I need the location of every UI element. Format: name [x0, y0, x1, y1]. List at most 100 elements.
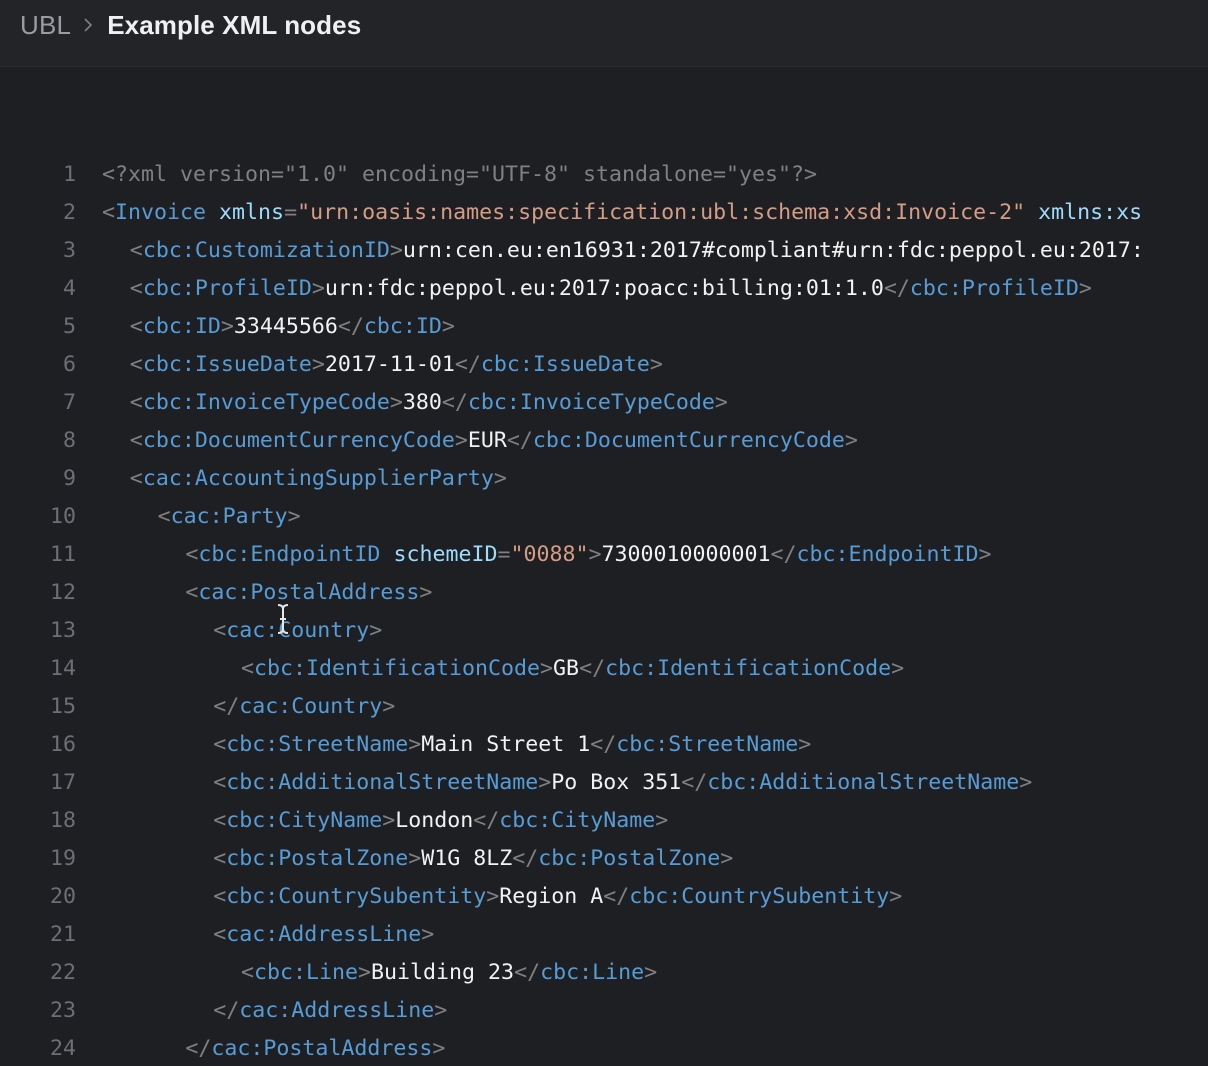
code-line: 13 <cac:Country>: [0, 612, 1208, 650]
text-value: Main Street 1: [421, 732, 591, 757]
text-value: 33445566: [233, 314, 338, 339]
punctuation: >: [486, 884, 500, 909]
code-text: <cbc:EndpointID schemeID="0088">73000100…: [185, 536, 991, 574]
punctuation: >: [655, 808, 669, 833]
line-number: 3: [62, 238, 76, 263]
punctuation: <: [129, 238, 143, 263]
code-text: <cbc:DocumentCurrencyCode>EUR</cbc:Docum…: [130, 422, 858, 460]
tag-name: cac:PostalAddress: [198, 580, 420, 605]
tag-name: cbc:DocumentCurrencyCode: [142, 428, 455, 453]
tag-name: cbc:CountrySubentity: [629, 884, 890, 909]
text-value: [1025, 200, 1038, 225]
punctuation: >: [311, 352, 325, 377]
punctuation: >: [1078, 276, 1092, 301]
text-value: 2017-11-01: [324, 352, 455, 377]
punctuation: </: [185, 1036, 212, 1061]
line-number: 2: [62, 200, 76, 225]
line-number: 10: [49, 504, 76, 529]
tag-name: cbc:CustomizationID: [142, 238, 390, 263]
code-line: 4 <cbc:ProfileID>urn:fdc:peppol.eu:2017:p…: [0, 270, 1208, 308]
line-number: 12: [49, 580, 76, 605]
punctuation: >: [454, 428, 468, 453]
punctuation: >: [891, 656, 905, 681]
line-number: 19: [49, 846, 76, 871]
line-number: 7: [62, 390, 76, 415]
text-value: 380: [402, 390, 442, 415]
text-value: W1G 8LZ: [421, 846, 513, 871]
line-number: 6: [62, 352, 76, 377]
punctuation: >: [720, 846, 734, 871]
punctuation: </: [514, 960, 541, 985]
code-line: 21 <cac:AddressLine>: [0, 916, 1208, 954]
tag-name: cac:AddressLine: [226, 922, 422, 947]
line-number: 24: [49, 1036, 76, 1061]
code-line: 23 </cac:AddressLine>: [0, 992, 1208, 1030]
line-number: 16: [49, 732, 76, 757]
code-text: <cbc:StreetName>Main Street 1</cbc:Stree…: [213, 726, 811, 764]
breadcrumb: UBL Example XML nodes: [20, 8, 361, 42]
tag-name: cbc:CountrySubentity: [226, 884, 487, 909]
code-text: <Invoice xmlns="urn:oasis:names:specific…: [102, 194, 1142, 232]
punctuation: >: [389, 390, 403, 415]
punctuation: <: [213, 732, 227, 757]
code-line: 12 <cac:PostalAddress>: [0, 574, 1208, 612]
tag-name: cbc:IssueDate: [142, 352, 312, 377]
tag-name: cac:PostalAddress: [211, 1036, 433, 1061]
punctuation: </: [213, 998, 240, 1023]
tag-name: cbc:ProfileID: [909, 276, 1079, 301]
tag-name: cbc:ID: [142, 314, 221, 339]
code-text: <cac:Party>: [158, 498, 301, 536]
line-number: 8: [62, 428, 76, 453]
punctuation: <: [129, 352, 143, 377]
line-number: 5: [62, 314, 76, 339]
attribute-value: "0088": [510, 542, 589, 567]
line-number: 13: [49, 618, 76, 643]
punctuation: >: [382, 808, 396, 833]
punctuation: >: [844, 428, 858, 453]
code-text: <?xml version="1.0" encoding="UTF-8" sta…: [102, 156, 817, 194]
tag-name: cbc:CityName: [499, 808, 656, 833]
punctuation: =: [497, 542, 511, 567]
text-value: urn:fdc:peppol.eu:2017:poacc:billing:01:…: [324, 276, 884, 301]
code-line: 20 <cbc:CountrySubentity>Region A</cbc:Co…: [0, 878, 1208, 916]
breadcrumb-root-link[interactable]: UBL: [20, 10, 71, 41]
line-number: 11: [49, 542, 76, 567]
punctuation: >: [889, 884, 903, 909]
code-line: 18 <cbc:CityName>London</cbc:CityName>: [0, 802, 1208, 840]
punctuation: >: [287, 504, 301, 529]
code-line: 15 </cac:Country>: [0, 688, 1208, 726]
code-text: <cbc:InvoiceTypeCode>380</cbc:InvoiceTyp…: [130, 384, 728, 422]
code-text: <cbc:AdditionalStreetName>Po Box 351</cb…: [213, 764, 1032, 802]
code-line: 6 <cbc:IssueDate>2017-11-01</cbc:IssueDat…: [0, 346, 1208, 384]
punctuation: <: [241, 656, 255, 681]
line-number: 15: [49, 694, 76, 719]
tag-name: cbc:ProfileID: [142, 276, 312, 301]
punctuation: <: [129, 390, 143, 415]
punctuation: <: [129, 466, 143, 491]
tag-name: cbc:CityName: [226, 808, 383, 833]
line-number: 21: [49, 922, 76, 947]
code-line: 10 <cac:Party>: [0, 498, 1208, 536]
punctuation: <: [185, 542, 199, 567]
tag-name: cbc:EndpointID: [796, 542, 979, 567]
punctuation: >: [588, 542, 602, 567]
punctuation: </: [579, 656, 606, 681]
punctuation: >: [408, 846, 422, 871]
text-value: EUR: [467, 428, 507, 453]
punctuation: >: [389, 238, 403, 263]
punctuation: >: [978, 542, 992, 567]
code-line: 8 <cbc:DocumentCurrencyCode>EUR</cbc:Docu…: [0, 422, 1208, 460]
punctuation: >: [432, 1036, 446, 1061]
punctuation: <: [213, 922, 227, 947]
code-text: <cbc:PostalZone>W1G 8LZ</cbc:PostalZone>: [213, 840, 733, 878]
tag-name: cbc:StreetName: [616, 732, 799, 757]
tag-name: cbc:IssueDate: [480, 352, 650, 377]
code-line: 3 <cbc:CustomizationID>urn:cen.eu:en16931…: [0, 232, 1208, 270]
code-viewer[interactable]: 1 <?xml version="1.0" encoding="UTF-8" st…: [0, 67, 1208, 1066]
code-line: 17 <cbc:AdditionalStreetName>Po Box 351</…: [0, 764, 1208, 802]
top-bar: UBL Example XML nodes: [0, 0, 1208, 67]
tag-name: cbc:PostalZone: [538, 846, 721, 871]
code-line: 11 <cbc:EndpointID schemeID="0088">730001…: [0, 536, 1208, 574]
tag-name: Invoice: [115, 200, 207, 225]
code-text: <cbc:CustomizationID>urn:cen.eu:en16931:…: [130, 232, 1144, 270]
